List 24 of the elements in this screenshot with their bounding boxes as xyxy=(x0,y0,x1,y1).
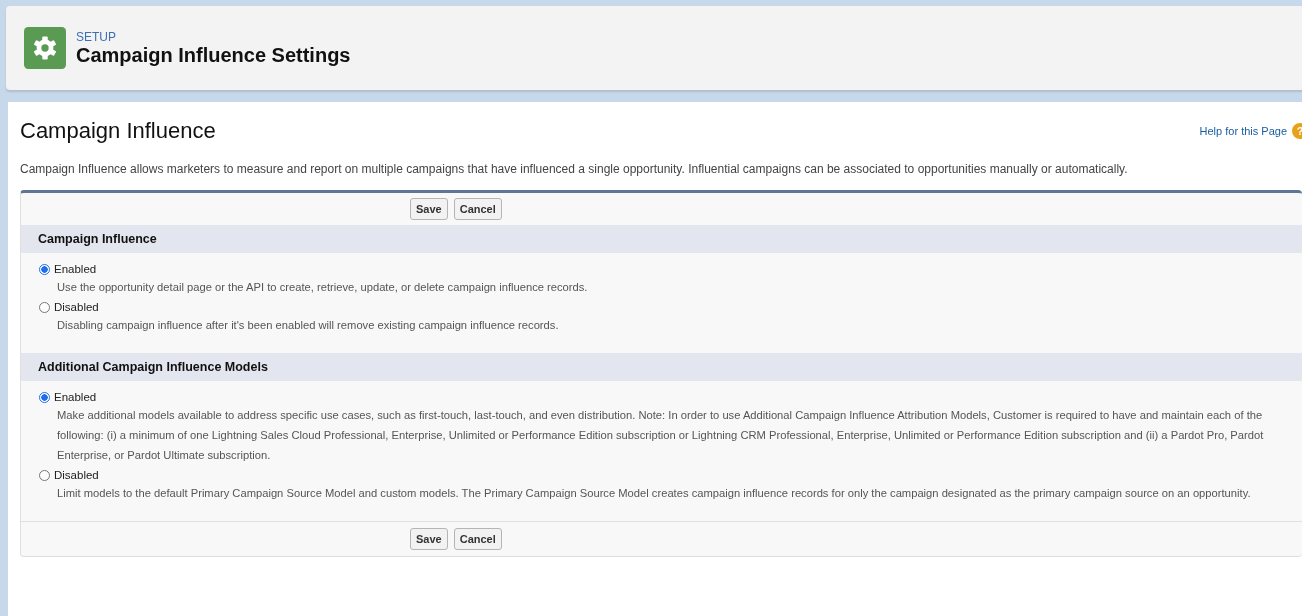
help-link[interactable]: Help for this Page xyxy=(1199,125,1287,137)
option-description: Make additional models available to address specific use cases, such as first-touch, last-touch, and even distribution. Note: In order to use Additional Campaign Influence Attribution Models, Customer is required to have and maintain each of the following: (i) a minimum of one Lightning Sales Cloud Professional, Enterprise, Unlimited or Performance Edition subscription or Lightning CRM Professional, Enterprise, Unlimited or Performance Edition subscription and (ii) a Pardot Pro, Pardot Enterprise, or Pardot Ultimate subscription. xyxy=(56,408,1265,463)
option-label: Disabled xyxy=(54,301,99,313)
section-header: Additional Campaign Influence Models xyxy=(21,353,1302,381)
option-description: Limit models to the default Primary Campaign Source Model and custom models. The Primary Campaign Source Model creates campaign influence records for only the campaign designated as the primary campaign source on an opportunity. xyxy=(56,486,1252,501)
form-button[interactable]: Save xyxy=(410,198,448,220)
section-title: Campaign Influence xyxy=(20,118,216,144)
option-description: Disabling campaign influence after it's been enabled will remove existing campaign influence records. xyxy=(56,318,560,333)
gear-icon xyxy=(24,27,66,69)
option-label: Enabled xyxy=(54,263,97,275)
form-button[interactable]: Save xyxy=(410,528,448,550)
radio-button[interactable] xyxy=(39,391,50,403)
form-button[interactable]: Cancel xyxy=(453,528,502,550)
option-description: Use the opportunity detail page or the API to create, retrieve, update, or delete campaign influence records. xyxy=(56,280,589,295)
radio-button[interactable] xyxy=(39,301,50,313)
option-label: Enabled xyxy=(54,391,97,403)
page-description: Campaign Influence allows marketers to measure and report on multiple campaigns that have influenced a single opportunity. Influential campaigns can be associated to opportunities manually or automatically. xyxy=(20,162,1129,176)
radio-button[interactable] xyxy=(39,263,50,275)
page-title: Campaign Influence Settings xyxy=(76,43,351,67)
radio-button[interactable] xyxy=(39,469,50,481)
option-label: Disabled xyxy=(54,469,99,481)
breadcrumb[interactable]: SETUP xyxy=(76,29,116,44)
form-button[interactable]: Cancel xyxy=(453,198,502,220)
section-header: Campaign Influence xyxy=(21,225,1302,253)
